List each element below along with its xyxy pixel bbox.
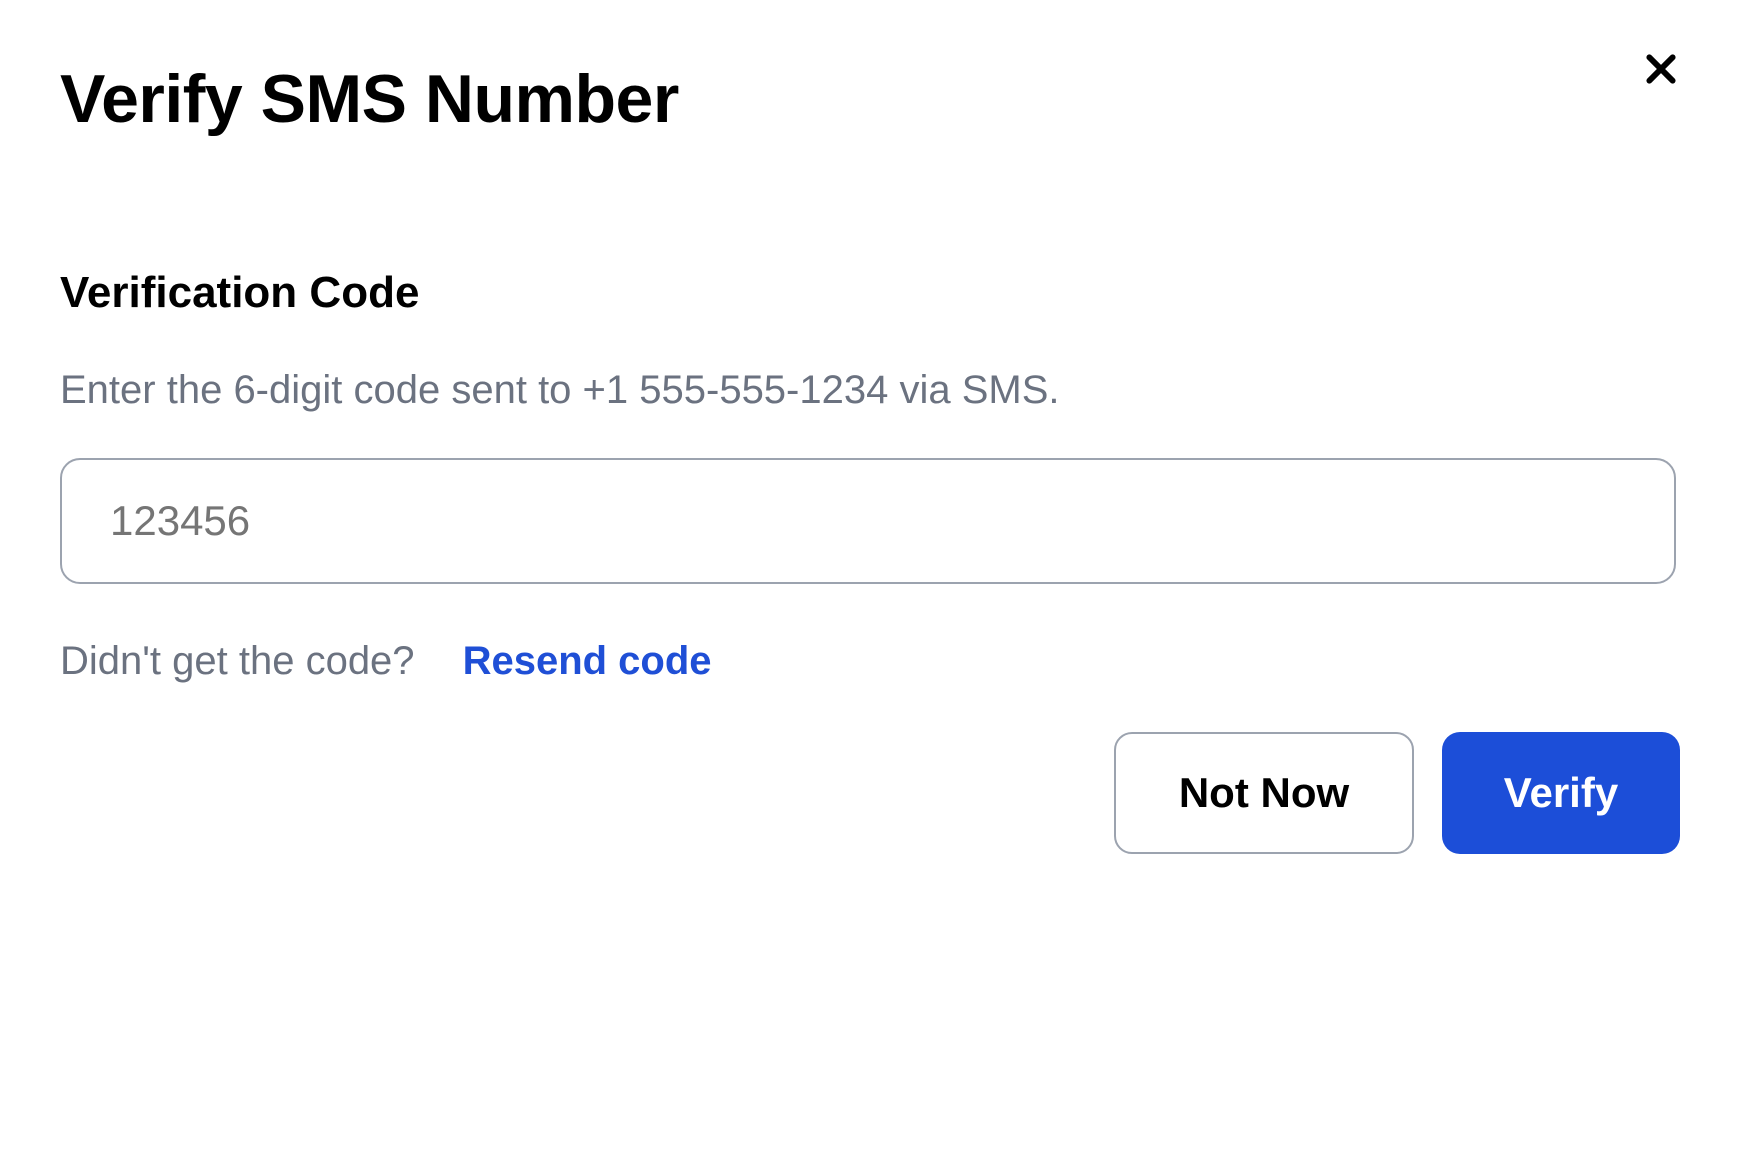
button-row: Not Now Verify	[1114, 732, 1680, 854]
close-icon	[1641, 49, 1681, 89]
close-button[interactable]	[1637, 45, 1685, 93]
verify-button[interactable]: Verify	[1442, 732, 1680, 854]
verify-sms-modal: Verify SMS Number Verification Code Ente…	[0, 0, 1740, 1154]
not-now-button[interactable]: Not Now	[1114, 732, 1414, 854]
modal-title: Verify SMS Number	[60, 60, 1680, 138]
verification-code-input[interactable]	[60, 458, 1676, 584]
resend-prompt: Didn't get the code?	[60, 639, 415, 684]
verification-code-label: Verification Code	[60, 268, 1680, 318]
resend-row: Didn't get the code? Resend code	[60, 639, 1680, 684]
resend-code-link[interactable]: Resend code	[463, 639, 712, 684]
instruction-text: Enter the 6-digit code sent to +1 555-55…	[60, 368, 1680, 413]
